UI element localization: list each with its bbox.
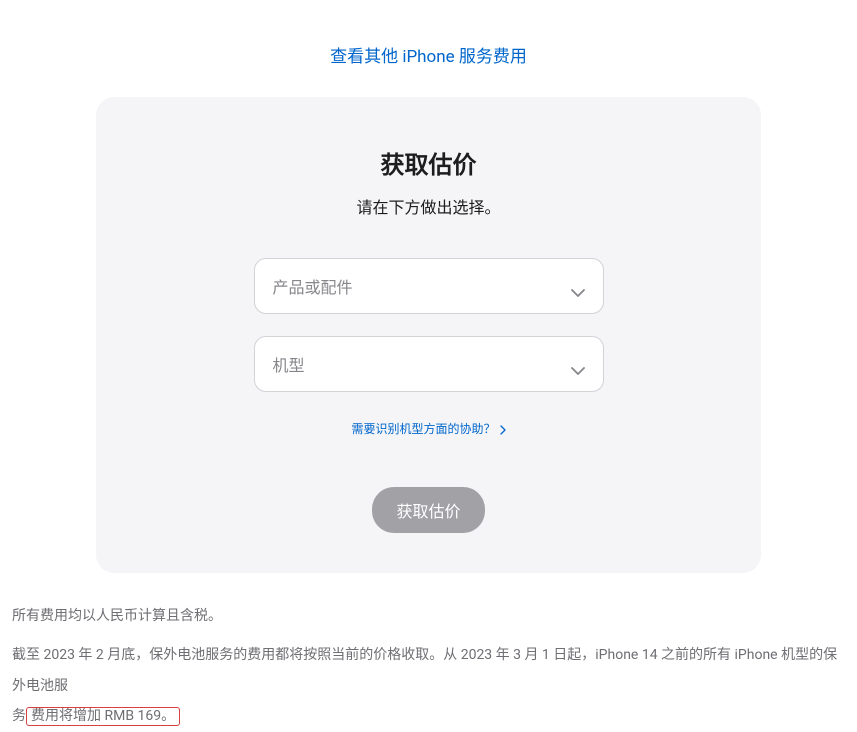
chevron-down-icon bbox=[571, 360, 585, 368]
product-select-placeholder: 产品或配件 bbox=[273, 274, 353, 298]
price-increase-highlight: 费用将增加 RMB 169。 bbox=[26, 707, 180, 726]
footer-line-price-notice: 截至 2023 年 2 月底，保外电池服务的费用都将按照当前的价格收取。从 20… bbox=[12, 640, 845, 732]
get-estimate-button[interactable]: 获取估价 bbox=[372, 487, 484, 533]
model-select[interactable]: 机型 bbox=[254, 336, 604, 392]
estimate-card: 获取估价 请在下方做出选择。 产品或配件 机型 需要识别机型方面的协助？ 获取估… bbox=[96, 97, 761, 573]
help-link-label: 需要识别机型方面的协助？ bbox=[351, 420, 495, 437]
submit-row: 获取估价 bbox=[136, 487, 721, 533]
card-title: 获取估价 bbox=[136, 145, 721, 180]
chevron-down-icon bbox=[571, 282, 585, 290]
identify-model-help-link[interactable]: 需要识别机型方面的协助？ bbox=[351, 420, 505, 437]
chevron-right-icon bbox=[500, 424, 506, 433]
footer-line-currency: 所有费用均以人民币计算且含税。 bbox=[12, 601, 845, 632]
model-select-placeholder: 机型 bbox=[273, 352, 305, 376]
product-select-wrapper: 产品或配件 bbox=[254, 258, 604, 314]
footer-notice-text-b: 务 bbox=[12, 708, 26, 724]
top-link-container: 查看其他 iPhone 服务费用 bbox=[0, 0, 857, 97]
footer-notice-text-a: 截至 2023 年 2 月底，保外电池服务的费用都将按照当前的价格收取。从 20… bbox=[12, 647, 837, 694]
model-select-wrapper: 机型 bbox=[254, 336, 604, 392]
product-select[interactable]: 产品或配件 bbox=[254, 258, 604, 314]
card-subtitle: 请在下方做出选择。 bbox=[136, 194, 721, 218]
footer-text: 所有费用均以人民币计算且含税。 截至 2023 年 2 月底，保外电池服务的费用… bbox=[0, 573, 857, 732]
other-services-link[interactable]: 查看其他 iPhone 服务费用 bbox=[330, 47, 527, 67]
